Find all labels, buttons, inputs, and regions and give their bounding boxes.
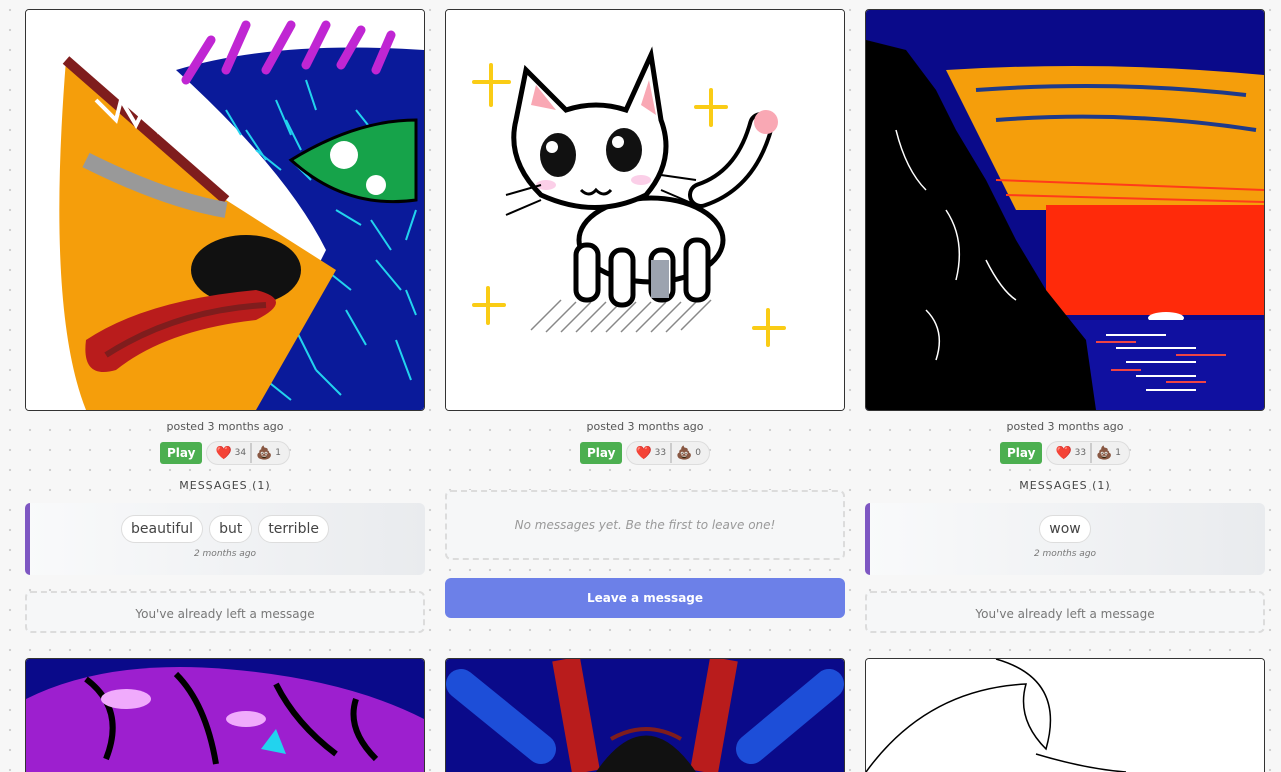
message-word: terrible — [258, 515, 329, 543]
dislike-button[interactable]: 💩 1 — [1092, 446, 1125, 461]
already-left-message-notice: You've already left a message — [865, 591, 1265, 633]
message-word: wow — [1039, 515, 1091, 543]
reactions: ❤️ 33 💩 0 — [626, 441, 711, 465]
message-time: 2 months ago — [1033, 549, 1097, 559]
like-count: 34 — [234, 448, 247, 458]
already-left-message-notice: You've already left a message — [25, 591, 425, 633]
poop-icon: 💩 — [256, 445, 273, 461]
post-card-1: posted 3 months ago Play ❤️ 34 💩 1 MESSAGE… — [25, 9, 425, 633]
post-card-3: posted 3 months ago Play ❤️ 33 💩 1 MESSAGE… — [865, 9, 1265, 633]
messages-title: MESSAGES (1) — [179, 479, 271, 492]
no-messages-notice: No messages yet. Be the first to leave o… — [445, 490, 845, 560]
reactions: ❤️ 33 💩 1 — [1046, 441, 1131, 465]
posted-time: posted 3 months ago — [1006, 420, 1124, 433]
post-card-2: posted 3 months ago Play ❤️ 33 💩 0 No mess… — [445, 9, 845, 618]
like-count: 33 — [654, 448, 667, 458]
play-button[interactable]: Play — [579, 442, 623, 464]
message-time: 2 months ago — [193, 549, 257, 559]
message-card: wow 2 months ago — [865, 503, 1265, 575]
poop-icon: 💩 — [1096, 445, 1113, 461]
like-button[interactable]: ❤️ 33 — [631, 446, 670, 461]
dislike-button[interactable]: 💩 0 — [672, 446, 705, 461]
message-card: beautiful but terrible 2 months ago — [25, 503, 425, 575]
message-accent-bar — [25, 503, 30, 575]
drawing-sunset[interactable] — [865, 9, 1265, 411]
dislike-count: 1 — [275, 448, 282, 458]
poop-icon: 💩 — [676, 445, 693, 461]
drawing-purple-creature[interactable] — [25, 658, 425, 772]
posted-time: posted 3 months ago — [586, 420, 704, 433]
drawing-line-sketch[interactable] — [865, 658, 1265, 772]
post-stats: Play ❤️ 33 💩 1 — [865, 441, 1265, 465]
drawing-cat[interactable] — [445, 9, 845, 411]
message-words: wow — [865, 503, 1265, 543]
posted-time: posted 3 months ago — [166, 420, 284, 433]
dislike-count: 0 — [695, 448, 702, 458]
message-words: beautiful but terrible — [25, 503, 425, 543]
post-stats: Play ❤️ 34 💩 1 — [25, 441, 425, 465]
like-button[interactable]: ❤️ 34 — [211, 446, 250, 461]
like-count: 33 — [1074, 448, 1087, 458]
leave-message-button[interactable]: Leave a message — [445, 578, 845, 618]
play-button[interactable]: Play — [999, 442, 1043, 464]
like-button[interactable]: ❤️ 33 — [1051, 446, 1090, 461]
message-word: but — [209, 515, 253, 543]
heart-icon: ❤️ — [1055, 445, 1072, 461]
play-button[interactable]: Play — [159, 442, 203, 464]
heart-icon: ❤️ — [215, 445, 232, 461]
dislike-button[interactable]: 💩 1 — [252, 446, 285, 461]
drawing-red-figure[interactable] — [445, 658, 845, 772]
heart-icon: ❤️ — [635, 445, 652, 461]
reactions: ❤️ 34 💩 1 — [206, 441, 291, 465]
drawing-dragon[interactable] — [25, 9, 425, 411]
message-word: beautiful — [121, 515, 204, 543]
message-accent-bar — [865, 503, 870, 575]
messages-title: MESSAGES (1) — [1019, 479, 1111, 492]
post-stats: Play ❤️ 33 💩 0 — [445, 441, 845, 465]
dislike-count: 1 — [1115, 448, 1122, 458]
